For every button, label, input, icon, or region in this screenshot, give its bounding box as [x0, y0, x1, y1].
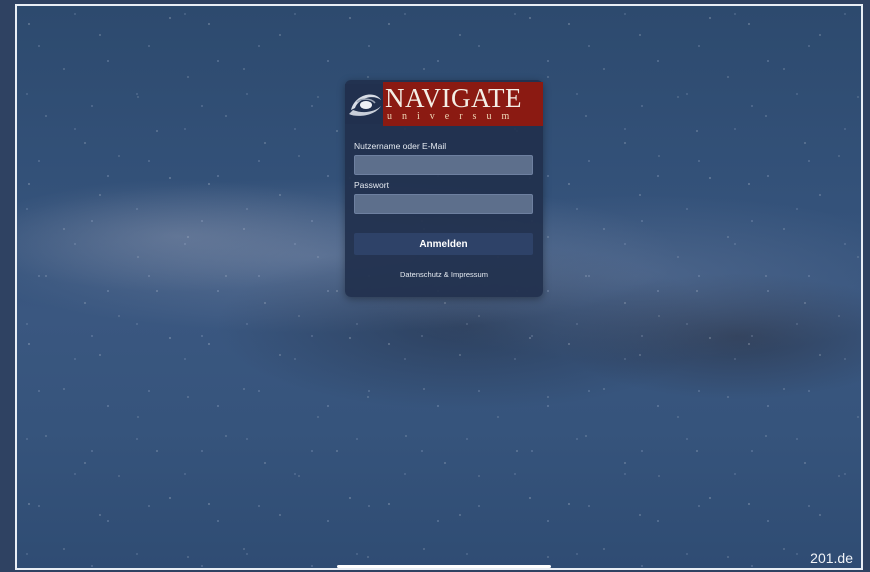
password-label: Passwort [354, 180, 389, 190]
logo-wordmark: NAVIGATE [385, 83, 522, 113]
device-frame: NAVIGATE universum Nutzername oder E-Mai… [0, 0, 870, 572]
watermark: 201.de [810, 550, 853, 566]
navigate-logo: NAVIGATE universum [345, 80, 543, 126]
password-input[interactable] [354, 194, 533, 214]
login-button[interactable]: Anmelden [354, 233, 533, 255]
home-indicator [337, 565, 551, 568]
username-input[interactable] [354, 155, 533, 175]
logo-subtitle: universum [387, 111, 520, 122]
galaxy-icon [345, 84, 385, 124]
privacy-imprint-link[interactable]: Datenschutz & Impressum [345, 270, 543, 279]
login-card: NAVIGATE universum Nutzername oder E-Mai… [345, 80, 543, 297]
screen: NAVIGATE universum Nutzername oder E-Mai… [15, 4, 863, 570]
username-label: Nutzername oder E-Mail [354, 141, 447, 151]
